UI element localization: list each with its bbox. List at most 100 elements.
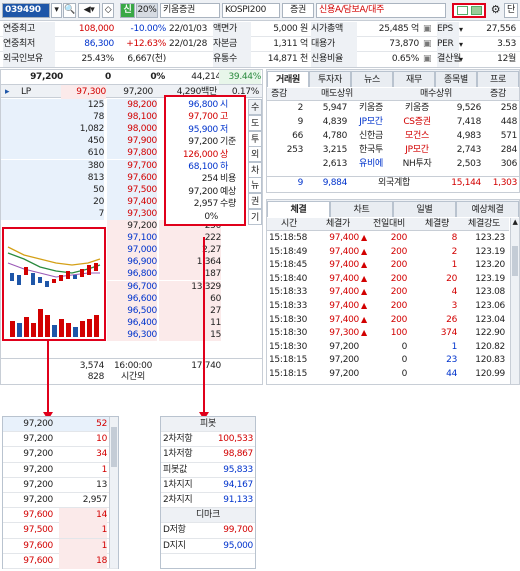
broker-tab[interactable]: 투자자 [309, 71, 351, 87]
pivot-label: 2차지지 [163, 494, 193, 505]
trade-row[interactable]: 15:18:45 97,400 ▲ 200 1 123.20 [267, 259, 509, 271]
broker-tab[interactable]: 프로 [477, 71, 519, 87]
pivot-value: 100,533 [217, 434, 253, 445]
summary-dropdown-icon[interactable]: ▾ [459, 22, 463, 37]
price-info-box: 96,800 시 97,700 고 95,900 저 97,200 기준 126,000 상 68,… [164, 95, 246, 226]
trades-header-cell: 체결가 [326, 219, 350, 229]
trade-price: 97,400 [329, 233, 359, 243]
summary-change: 6,667(천) [127, 54, 166, 64]
side-tab[interactable]: 외 [248, 146, 262, 163]
demark-row: D저항 99,700 [161, 523, 255, 539]
broker-row[interactable]: 9 4,839 JP모간 CS증권 7,418 448 [267, 116, 519, 128]
bookmark-icon[interactable]: ◇ [102, 3, 114, 18]
broker-buy-qty: 7,418 [456, 117, 482, 127]
dropdown-icon[interactable]: ▾ [51, 3, 62, 18]
trades-tab[interactable]: 차트 [330, 201, 393, 217]
broker-tab[interactable]: 재무 [393, 71, 435, 87]
trade-strength: 123.08 [475, 287, 505, 298]
scroll-thumb[interactable] [111, 427, 117, 467]
side-tab[interactable]: 차 [248, 161, 262, 178]
broker-row[interactable]: 2 5,947 키움증 키움증 9,526 258 [267, 102, 519, 114]
summary-dropdown-icon[interactable]: ▾ [459, 37, 463, 52]
broker-tab[interactable]: 거래원 [267, 71, 309, 87]
trades-header: 시간 체결가 전일대비 체결량 체결강도 [267, 218, 509, 231]
info-price: 126,000 [182, 149, 218, 160]
trade-row[interactable]: 15:18:40 97,400 ▲ 200 20 123.19 [267, 273, 509, 285]
ask-qty: 1,082 [1, 123, 104, 136]
side-tab[interactable]: 기 [248, 208, 262, 225]
trades-grid: 시간 체결가 전일대비 체결량 체결강도 15:18:58 97,400 ▲ 200 8 123.2… [267, 218, 509, 384]
trade-strength: 123.04 [475, 314, 505, 325]
summary-dropdown-icon[interactable]: ▾ [459, 52, 463, 67]
layout-buttons[interactable] [452, 3, 486, 18]
scroll-up-icon[interactable]: ▲ [511, 218, 519, 226]
broker-sell-delta: 9 [297, 117, 304, 127]
side-tab[interactable]: 투 [248, 130, 262, 147]
trade-strength: 120.99 [475, 369, 505, 379]
trade-row[interactable]: 15:18:58 97,400 ▲ 200 8 123.23 [267, 232, 509, 244]
trade-change: 0 [401, 341, 408, 352]
ask-price: 97,500 [107, 183, 157, 196]
gear-icon[interactable]: ⚙ [489, 3, 502, 18]
lp-label: LP [21, 87, 31, 97]
tick-qty: 13 [96, 479, 107, 490]
trade-row[interactable]: 15:18:33 97,400 ▲ 200 3 123.06 [267, 300, 509, 312]
trade-row[interactable]: 15:18:49 97,400 ▲ 200 2 123.19 [267, 246, 509, 258]
trade-row[interactable]: 15:18:15 97,200 0 23 120.83 [267, 354, 509, 366]
foreign-total-row: 9 9,884 외국계합 15,144 1,303 [267, 176, 519, 188]
trades-tab[interactable]: 일별 [393, 201, 456, 217]
side-tab[interactable]: 뉴 [248, 177, 262, 194]
broker-tab[interactable]: 종목별 [435, 71, 477, 87]
tick-scrollbar[interactable] [109, 417, 118, 568]
side-tab[interactable]: 도 [248, 115, 262, 131]
trade-up-icon: ▲ [361, 314, 367, 324]
tick-qty: 2,957 [82, 494, 108, 505]
chart-volume-bar [66, 323, 71, 337]
summary-panel: 연중최고 108,000 -10.00% 22/01/03 액면가 5,000 원 시가총액… [0, 22, 520, 68]
side-tab-top[interactable]: 수 [248, 99, 262, 115]
pivot-row: 1차저항 98,867 [161, 447, 255, 463]
stock-code-input[interactable]: 039490 [2, 3, 50, 18]
trade-price: 97,300 [329, 328, 359, 339]
trades-scrollbar[interactable]: ▲ [510, 218, 519, 384]
tick-price: 97,600 [23, 540, 53, 551]
bid-price: 97,200 [107, 220, 157, 232]
ask-price: 97,700 [107, 159, 157, 172]
broker-panel: 거래원 투자자 뉴스 재무 종목별 프로 증감 매도상위 매수상위 증감 2 5,947 키움증 키움증… [266, 69, 520, 193]
trade-row[interactable]: 15:18:30 97,300 ▲ 100 374 122.90 [267, 327, 509, 339]
trades-tab[interactable]: 체결 [267, 201, 330, 217]
trades-tab[interactable]: 예상체결 [456, 201, 519, 217]
trade-strength: 123.06 [475, 301, 505, 311]
bid-price: 96,500 [107, 304, 157, 317]
search-icon[interactable]: 🔍 [63, 3, 76, 18]
trade-price: 97,400 [329, 287, 359, 298]
lp-price: 97,300 [61, 85, 106, 99]
speaker-icon[interactable]: ◀▾ [78, 3, 100, 18]
trade-up-icon: ▲ [361, 246, 367, 256]
ask-price: 97,300 [107, 207, 157, 220]
chart-candle [31, 273, 35, 285]
trade-row[interactable]: 15:18:30 97,200 0 1 120.82 [267, 341, 509, 353]
broker-header-cell: 매도상위 [321, 89, 353, 99]
foreign-buy-qty: 15,144 [451, 178, 481, 188]
trade-row[interactable]: 15:18:15 97,200 0 44 120.99 [267, 368, 509, 380]
broker-sell-name: JP모간 [359, 117, 383, 127]
tick-row: 97,200 10 [3, 432, 118, 448]
lp-price-2: 97,200 [123, 87, 153, 97]
broker-row[interactable]: 253 3,215 한국투 JP모간 2,743 284 [267, 144, 519, 156]
trade-row[interactable]: 15:18:33 97,400 ▲ 200 4 123.08 [267, 286, 509, 298]
info-price: 96,800 [188, 100, 218, 110]
info-price: 97,200 [188, 186, 218, 197]
scroll-thumb[interactable] [512, 246, 518, 276]
broker-tab[interactable]: 뉴스 [351, 71, 393, 87]
pivot-title: 피봇 [161, 417, 255, 433]
side-tab[interactable]: 권 [248, 193, 262, 209]
summary-row: 외국인보유 25.43% 6,667(천) 유통수 14,871 천 신용비율 0.65% ▣… [0, 52, 520, 67]
single-view-button[interactable]: 단 [504, 3, 518, 18]
broker-row[interactable]: 2,613 유비에 NH투자 2,503 306 [267, 158, 519, 170]
broker-row[interactable]: 66 4,780 신한금 모건스 4,983 571 [267, 130, 519, 142]
chart-volume-bar [17, 323, 22, 337]
bid-price: 96,600 [107, 292, 157, 305]
credit-info: 신용A/담보A/대주 [316, 3, 446, 18]
trade-row[interactable]: 15:18:30 97,400 ▲ 200 26 123.04 [267, 314, 509, 326]
